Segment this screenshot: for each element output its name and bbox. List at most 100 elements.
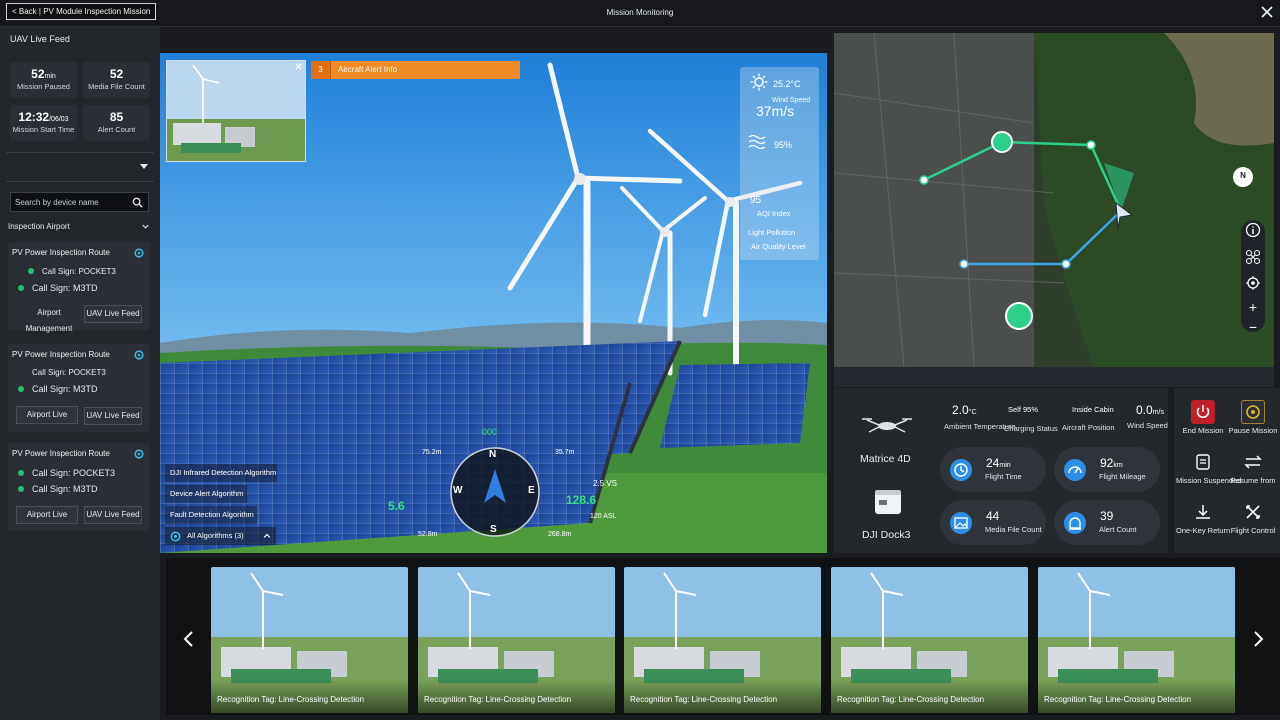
uav-video-feed[interactable]: 3 Aircraft Alert Info 25.2°C Wind Speed … — [160, 53, 827, 553]
algorithm-item[interactable]: DJI Infrared Detection Algorithm — [165, 464, 277, 482]
gear-icon[interactable] — [134, 248, 144, 258]
compass-s: S — [490, 524, 497, 535]
recognition-tag-caption: Recognition Tag: Line-Crossing Detection — [217, 695, 365, 704]
vertical-speed-readout: 2.5 VS — [593, 479, 618, 488]
gear-icon[interactable] — [134, 350, 144, 360]
drone-icon — [862, 418, 912, 433]
recognition-tag-caption: Recognition Tag: Line-Crossing Detection — [1044, 695, 1192, 704]
mission-control-panel: End Mission Pause Mission Mission Suspen… — [1174, 388, 1280, 553]
gallery-item[interactable]: Recognition Tag: Line-Crossing Detection — [418, 567, 615, 713]
stat-value: 85 — [109, 110, 124, 124]
media-file-count-card: 44 Media File Count — [940, 500, 1046, 545]
aqi-value: 95 — [750, 195, 762, 206]
caption-overlay: Recognition Tag: Line-Crossing Detection — [211, 679, 408, 713]
zoom-in-button[interactable]: + — [1246, 299, 1260, 315]
resume-from-button[interactable]: Resume from — [1226, 450, 1280, 485]
airport-live-button[interactable]: Airport Live — [16, 506, 78, 524]
compass-n: N — [489, 449, 497, 460]
humidity-value: 95% — [774, 140, 793, 150]
chevron-right-icon[interactable] — [1251, 630, 1265, 648]
dock-camera-thumbnail[interactable] — [166, 60, 306, 162]
one-key-return-button[interactable]: One-Key Return — [1176, 500, 1230, 535]
bottom-left-readout: 52.8m — [418, 531, 438, 538]
clipboard-icon — [1196, 454, 1210, 470]
status-dot-icon — [18, 285, 24, 291]
alert-label: Aircraft Alert Info — [338, 65, 398, 74]
mission-suspended-button[interactable]: Mission Suspended — [1176, 450, 1242, 485]
control-label: End Mission — [1182, 426, 1224, 435]
wind-speed-value: 37m/s — [756, 103, 795, 119]
pause-mission-button[interactable]: Pause Mission — [1226, 400, 1280, 435]
call-sign-text: Call Sign: POCKET3 — [42, 267, 116, 276]
caption-overlay: Recognition Tag: Line-Crossing Detection — [1038, 679, 1235, 713]
all-algorithms-toggle[interactable]: All Algorithms (3) — [165, 527, 276, 545]
gallery-item[interactable]: Recognition Tag: Line-Crossing Detection — [211, 567, 408, 713]
stat-value: 12:32 — [18, 110, 50, 124]
value: 2.0 — [952, 403, 969, 417]
unit: m/s — [1152, 409, 1164, 416]
gallery-item[interactable]: Recognition Tag: Line-Crossing Detection — [1038, 567, 1235, 713]
stat-label: Media File Count — [88, 82, 145, 91]
search-box — [10, 192, 149, 212]
stat-media-file-count: 52 Media File Count — [83, 62, 150, 98]
light-pollution-label: Light Pollution — [748, 228, 796, 237]
call-sign-1: Call Sign: POCKET3 — [28, 267, 116, 276]
airport-live-button[interactable]: Airport Live — [16, 406, 78, 424]
gallery-item[interactable]: Recognition Tag: Line-Crossing Detection — [624, 567, 821, 713]
dock-scene-image — [167, 61, 305, 161]
close-icon[interactable] — [1260, 5, 1274, 19]
left-panel: UAV Live Feed 52min Mission Paused 52 Me… — [0, 27, 160, 720]
stat-alert-count: 85 Alert Count — [83, 105, 150, 141]
compass-button[interactable]: N — [1233, 167, 1253, 187]
locate-icon[interactable] — [1245, 275, 1261, 291]
gallery-item[interactable]: Recognition Tag: Line-Crossing Detection — [831, 567, 1028, 713]
recognition-tag-caption: Recognition Tag: Line-Crossing Detection — [630, 695, 778, 704]
aircraft-position-label: Aircraft Position — [1062, 423, 1115, 432]
flight-control-button[interactable]: Flight Control — [1226, 500, 1280, 535]
inspection-airport-header[interactable]: Inspection Airport — [8, 222, 152, 236]
distance-left-readout: 75.2m — [422, 449, 442, 456]
route-card: PV Power Inspection Route Call Sign: POC… — [8, 242, 150, 333]
page-title: Mission Monitoring — [606, 8, 674, 17]
algorithm-item[interactable]: Fault Detection Algorithm — [165, 506, 257, 524]
route-card: PV Power Inspection Route Call Sign: POC… — [8, 344, 150, 432]
control-label: Mission Suspended — [1176, 476, 1242, 485]
drone-icon[interactable] — [1245, 249, 1261, 265]
aircraft-position-value: Inside Cabin — [1072, 405, 1114, 414]
stat-unit: /06/03 — [49, 116, 69, 123]
flight-map[interactable]: N + − — [834, 33, 1274, 367]
route-title: PV Power Inspection Route — [12, 350, 110, 359]
uav-live-feed-button[interactable]: UAV Live Feed — [84, 305, 142, 323]
uav-live-feed-button[interactable]: UAV Live Feed — [84, 506, 142, 524]
zoom-out-button[interactable]: − — [1246, 319, 1260, 335]
close-icon[interactable] — [294, 62, 303, 71]
end-mission-button[interactable]: End Mission — [1176, 400, 1230, 435]
search-icon[interactable] — [132, 197, 143, 208]
algorithm-item[interactable]: Device Alert Algorithm — [165, 485, 247, 503]
airport-management-button[interactable]: Airport Management — [16, 305, 82, 333]
control-label: Flight Control — [1230, 526, 1276, 535]
charging-value: Self 95% — [1008, 405, 1039, 414]
search-input[interactable] — [15, 195, 127, 209]
section-label: Inspection Airport — [8, 222, 70, 231]
alarm-icon — [1064, 512, 1086, 534]
chevron-left-icon[interactable] — [182, 630, 196, 648]
aqi-label: AQI Index — [757, 209, 791, 218]
route-card: PV Power Inspection Route Call Sign: POC… — [8, 443, 150, 531]
uav-live-feed-button[interactable]: UAV Live Feed — [84, 407, 142, 425]
recognition-gallery: Recognition Tag: Line-Crossing Detection… — [166, 558, 1280, 715]
compass-e: E — [528, 485, 535, 496]
device-filter-dropdown[interactable] — [6, 152, 154, 182]
telemetry-panel: Matrice 4D DJI Dock3 2.0°C Ambient Tempe… — [834, 388, 1168, 553]
weather-panel: 25.2°C Wind Speed 37m/s 95% 95 AQI Index… — [740, 67, 819, 260]
crossed-arrows-icon — [1246, 505, 1260, 519]
gear-icon[interactable] — [134, 449, 144, 459]
aircraft-alert-bar[interactable]: 3 Aircraft Alert Info — [311, 61, 520, 79]
route-title: PV Power Inspection Route — [12, 248, 110, 257]
call-sign-1: Call Sign: POCKET3 — [18, 468, 115, 478]
caption-overlay: Recognition Tag: Line-Crossing Detection — [418, 679, 615, 713]
alert-count-badge: 3 — [311, 61, 331, 79]
card-label: Alert Count — [1099, 525, 1137, 534]
info-icon[interactable] — [1245, 222, 1261, 238]
algorithm-icon — [170, 531, 181, 542]
